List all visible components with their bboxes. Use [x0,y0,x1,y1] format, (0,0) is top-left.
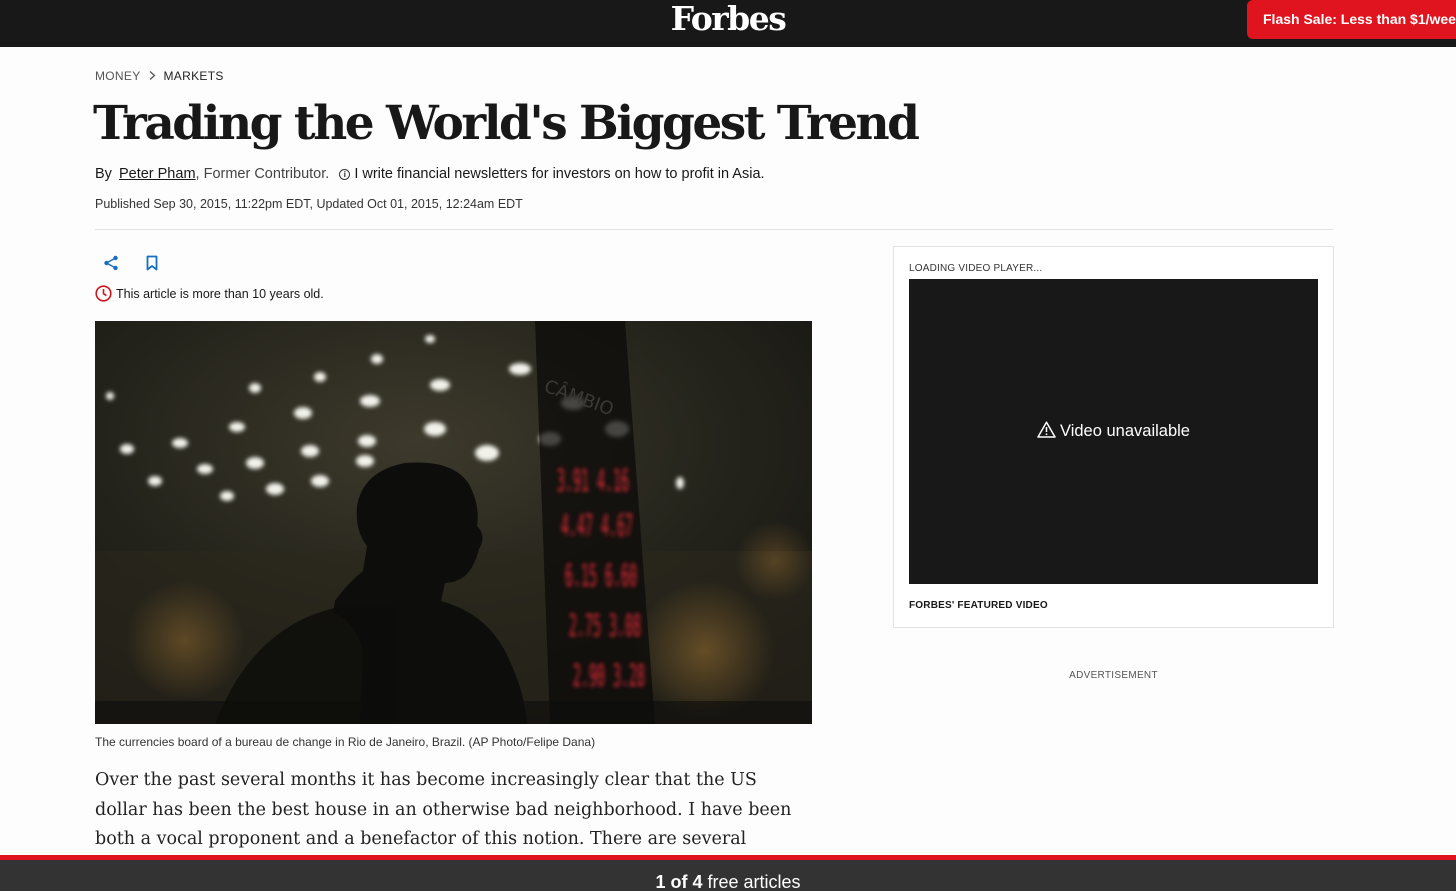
breadcrumb-markets[interactable]: MARKETS [164,69,224,83]
article-hero-image: CÂMBIO 3.91 4.16 4.47 4.67 6.15 6.60 2.7… [95,321,812,724]
flash-sale-button[interactable]: Flash Sale: Less than $1/week [1247,0,1456,39]
header-divider [95,229,1333,230]
video-unavailable-message: Video unavailable [909,279,1318,584]
byline: By Peter Pham, Former Contributor. iI wr… [95,166,765,182]
bookmark-icon[interactable] [145,255,159,271]
board-row: 2.75 3.08 [569,609,641,644]
author-link[interactable]: Peter Pham [119,166,196,182]
featured-video-label: FORBES' FEATURED VIDEO [909,600,1048,611]
clock-icon [95,285,112,302]
info-icon[interactable]: i [339,169,351,180]
byline-prefix: By [95,166,112,182]
video-loading-label: LOADING VIDEO PLAYER... [909,263,1043,274]
forbes-logo[interactable]: Forbes [0,0,1456,38]
featured-video-module: LOADING VIDEO PLAYER... Video unavailabl… [893,246,1334,628]
image-caption: The currencies board of a bureau de chan… [95,735,596,749]
video-player[interactable]: Video unavailable [909,279,1318,584]
article-title: Trading the World's Biggest Trend [93,96,920,151]
warning-icon [1037,421,1056,438]
share-icon[interactable] [103,255,119,271]
free-article-count: 1 of 4 [655,872,703,891]
author-role: , Former Contributor. [195,166,330,182]
board-row: 4.47 4.67 [561,509,633,544]
board-row: 6.15 6.60 [565,559,637,594]
board-row: 3.91 4.16 [557,464,629,499]
chevron-right-icon [149,69,156,83]
video-unavailable-text: Video unavailable [1060,422,1190,440]
top-nav-bar: Forbes Flash Sale: Less than $1/week [0,0,1456,47]
breadcrumb-money[interactable]: MONEY [95,69,141,83]
breadcrumb: MONEY MARKETS [95,69,224,83]
article-age-text: This article is more than 10 years old. [116,287,324,301]
board-row: 2.90 3.28 [573,659,645,694]
advertisement-label: ADVERTISEMENT [1069,670,1158,681]
article-age-notice: This article is more than 10 years old. [95,285,324,302]
author-bio: I write financial newsletters for invest… [354,166,765,182]
free-article-suffix: free articles [707,872,801,891]
paywall-banner[interactable]: 1 of 4 free articles [0,860,1456,891]
publish-date: Published Sep 30, 2015, 11:22pm EDT, Upd… [95,197,523,211]
